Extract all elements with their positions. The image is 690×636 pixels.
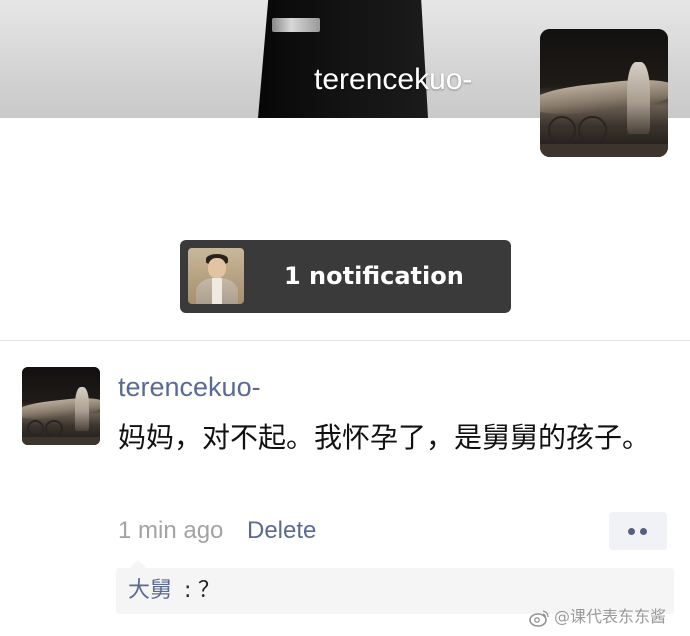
comment-text[interactable]: ？: [198, 568, 220, 614]
watermark: @课代表东东酱: [528, 600, 666, 634]
comment-separator: :: [184, 578, 192, 603]
profile-name[interactable]: terencekuo-: [314, 60, 472, 100]
avatar-photo: [22, 367, 100, 445]
notification-avatar: [188, 248, 244, 304]
profile-avatar[interactable]: [540, 29, 668, 157]
divider: [0, 340, 690, 341]
notification-button[interactable]: 1 notification: [180, 240, 511, 313]
post-author-name[interactable]: terencekuo-: [118, 370, 261, 404]
avatar-photo: [540, 29, 668, 157]
post-author-avatar[interactable]: [22, 367, 100, 445]
cover-belt-detail: [272, 18, 320, 32]
post-timestamp: 1 min ago: [118, 517, 224, 544]
more-dots-icon[interactable]: [609, 512, 667, 550]
notification-label: 1 notification: [284, 262, 464, 290]
watermark-text: @课代表东东酱: [554, 607, 667, 626]
post-text: 妈妈，对不起。我怀孕了，是舅舅的孩子。: [118, 421, 651, 454]
delete-button[interactable]: Delete: [247, 514, 316, 548]
comment-author[interactable]: 大舅: [128, 568, 172, 614]
weibo-icon: [529, 609, 549, 627]
